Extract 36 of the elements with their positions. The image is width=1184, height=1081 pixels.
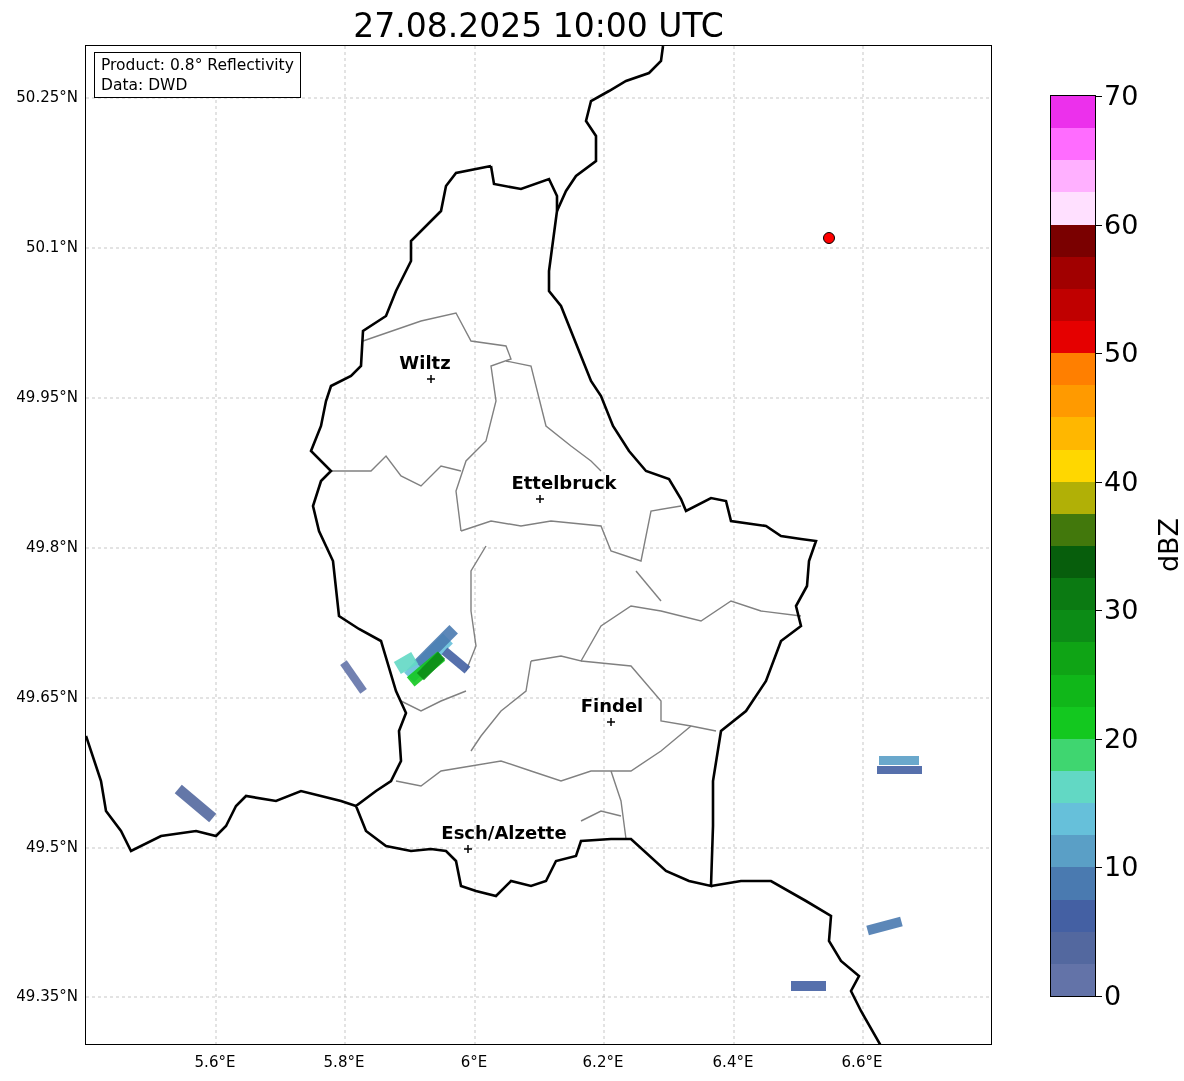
station-marker <box>823 232 835 244</box>
city-label: Esch/Alzette <box>441 822 567 844</box>
longitude-label: 5.6°E <box>194 1053 236 1071</box>
info-text: Data: DWD <box>101 75 189 95</box>
latitude-label: 49.65°N <box>16 688 78 706</box>
colorbar-tick-label: 60 <box>1104 209 1139 240</box>
city-marker-icon <box>426 374 436 384</box>
info-text: Product: 0.8° Reflectivity <box>101 55 294 75</box>
city-label: Wiltz <box>399 352 451 374</box>
colorbar-tick-label: 40 <box>1104 466 1139 497</box>
radar-echo <box>879 756 919 765</box>
latitude-label: 50.25°N <box>16 88 78 106</box>
colorbar-tick-label: 10 <box>1104 852 1139 883</box>
longitude-label: 6.2°E <box>582 1053 624 1071</box>
latitude-label: 50.1°N <box>25 238 78 256</box>
latitude-label: 49.5°N <box>25 838 78 856</box>
longitude-label: 6°E <box>460 1053 488 1071</box>
city-marker-icon <box>606 717 616 727</box>
colorbar-tick-label: 0 <box>1104 981 1122 1011</box>
longitude-label: 6.4°E <box>712 1053 754 1071</box>
city-marker-icon <box>535 494 545 504</box>
latitude-label: 49.35°N <box>16 987 78 1005</box>
colorbar-tick-label: 20 <box>1104 723 1139 754</box>
radar-echo <box>791 981 826 991</box>
latitude-label: 49.95°N <box>16 388 78 406</box>
colorbar-tick-label: 50 <box>1104 338 1139 369</box>
chart-title: 27.08.2025 10:00 UTC <box>352 5 725 47</box>
city-label: Ettelbruck <box>511 472 617 494</box>
longitude-label: 5.8°E <box>323 1053 365 1071</box>
city-marker-icon <box>463 844 473 854</box>
colorbar-label: dBZ <box>1154 517 1184 573</box>
city-label: Findel <box>580 695 644 717</box>
colorbar-tick-label: 70 <box>1104 81 1139 111</box>
longitude-label: 6.6°E <box>841 1053 883 1071</box>
latitude-label: 49.8°N <box>25 538 78 556</box>
colorbar-tick-label: 30 <box>1104 595 1139 626</box>
